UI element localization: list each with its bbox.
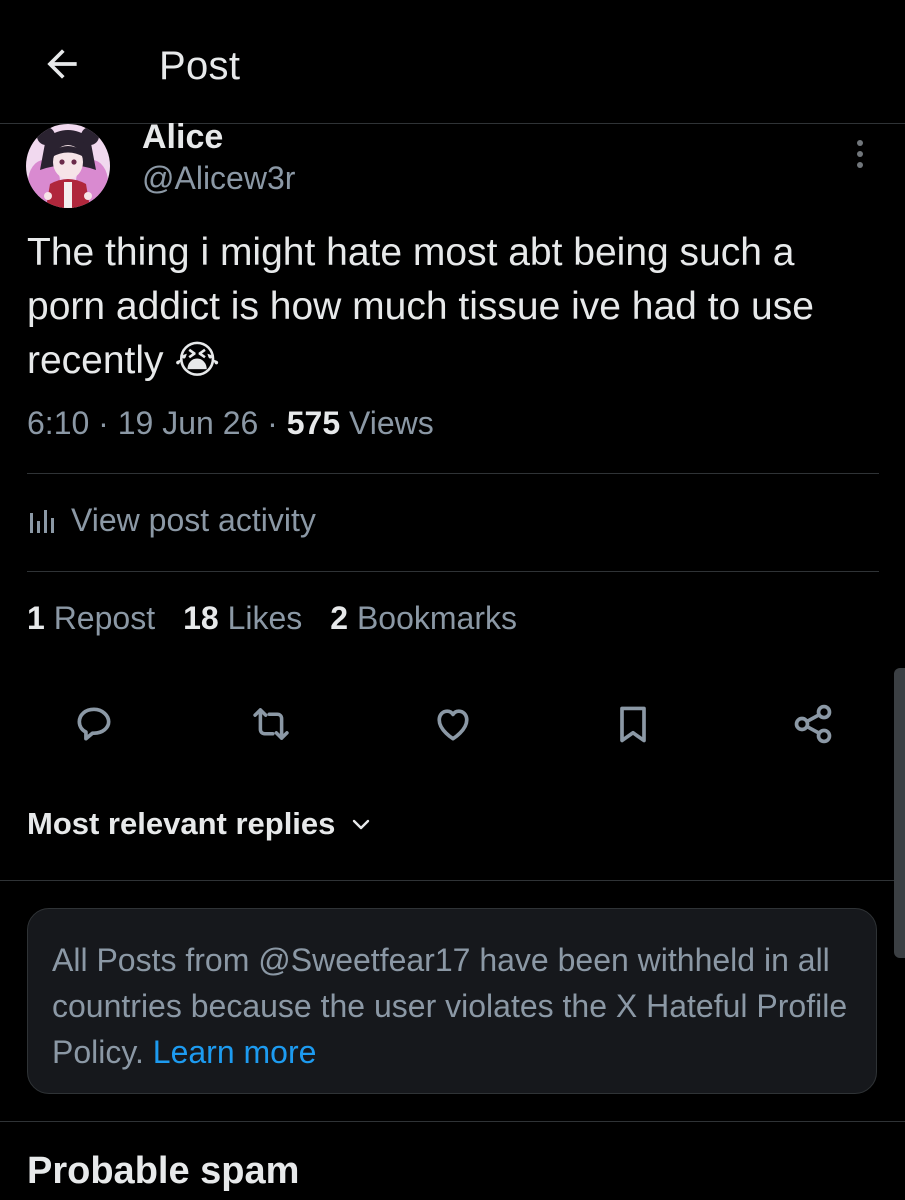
repost-button[interactable] xyxy=(245,698,297,750)
back-button[interactable] xyxy=(36,38,88,90)
reposts-label: Repost xyxy=(53,600,156,636)
withheld-notice: All Posts from @Sweetfear17 have been wi… xyxy=(27,908,877,1094)
profile-avatar-image xyxy=(26,124,110,208)
scrollbar[interactable] xyxy=(894,668,905,958)
avatar[interactable] xyxy=(26,124,110,208)
reposts-count: 1 xyxy=(27,600,45,636)
repost-icon xyxy=(253,708,289,740)
post-time[interactable]: 6:10 xyxy=(27,405,89,441)
like-button[interactable] xyxy=(427,698,479,750)
bookmarks-label: Bookmarks xyxy=(356,600,517,636)
bookmark-icon xyxy=(620,706,646,743)
arrow-left-icon xyxy=(47,49,77,79)
views-count: 575 xyxy=(286,405,341,441)
divider xyxy=(27,473,879,474)
view-post-activity-button[interactable]: View post activity xyxy=(27,502,316,539)
share-button[interactable] xyxy=(787,698,839,750)
reply-icon xyxy=(77,707,111,741)
views-label: Views xyxy=(349,405,434,441)
divider xyxy=(0,880,905,881)
replies-sort-label: Most relevant replies xyxy=(27,806,336,841)
meta-separator: · xyxy=(267,405,278,441)
post-date[interactable]: 19 Jun 26 xyxy=(118,405,259,441)
bookmarks-count: 2 xyxy=(330,600,349,636)
bookmarks-stat[interactable]: 2 Bookmarks xyxy=(330,600,517,637)
divider xyxy=(0,1121,905,1122)
reply-button[interactable] xyxy=(68,698,120,750)
heart-icon xyxy=(437,709,469,741)
replies-sort-dropdown[interactable]: Most relevant replies xyxy=(27,806,373,842)
meta-separator: · xyxy=(98,405,109,441)
post-meta: 6:10 · 19 Jun 26 · 575 Views xyxy=(27,405,434,442)
reposts-stat[interactable]: 1 Repost xyxy=(27,600,155,637)
more-options-button[interactable] xyxy=(842,134,878,174)
likes-count: 18 xyxy=(183,600,219,636)
share-icon xyxy=(794,704,832,744)
page-title: Post xyxy=(159,44,241,88)
chevron-down-icon xyxy=(353,819,370,830)
bookmark-button[interactable] xyxy=(607,698,659,750)
more-vertical-icon xyxy=(857,140,863,168)
author-handle[interactable]: @Alicew3r xyxy=(142,160,295,197)
post-text: The thing i might hate most abt being su… xyxy=(27,226,877,388)
post-body: The thing i might hate most abt being su… xyxy=(27,231,814,382)
analytics-bars-icon xyxy=(30,509,54,533)
learn-more-link[interactable]: Learn more xyxy=(153,1034,317,1070)
author-name[interactable]: Alice xyxy=(142,118,223,157)
crying-emoji: 😭 xyxy=(174,339,220,382)
likes-stat[interactable]: 18 Likes xyxy=(183,600,302,637)
view-post-activity-label: View post activity xyxy=(71,502,316,538)
withheld-notice-text: All Posts from @Sweetfear17 have been wi… xyxy=(52,937,852,1075)
header-divider xyxy=(0,123,905,124)
likes-label: Likes xyxy=(227,600,303,636)
engagement-stats: 1 Repost 18 Likes 2 Bookmarks xyxy=(27,600,517,637)
divider xyxy=(27,571,879,572)
section-title-probable-spam: Probable spam xyxy=(27,1150,300,1192)
